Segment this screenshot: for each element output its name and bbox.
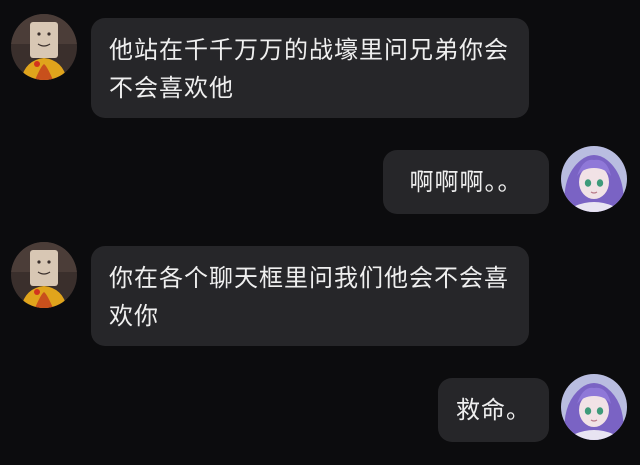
message-bubble[interactable]: 他站在千千万万的战壕里问兄弟你会不会喜欢他 (91, 18, 529, 118)
chat-thread: 他站在千千万万的战壕里问兄弟你会不会喜欢他 啊啊啊。。 你在各个聊天框里问我们他… (0, 0, 640, 465)
paper-bag-mask-avatar-icon[interactable] (11, 242, 77, 308)
message-bubble[interactable]: 救命。 (438, 378, 549, 442)
anime-purple-hair-avatar-icon[interactable] (561, 374, 627, 440)
paper-bag-mask-avatar-icon[interactable] (11, 14, 77, 80)
message-bubble[interactable]: 你在各个聊天框里问我们他会不会喜欢你 (91, 246, 529, 346)
message-bubble[interactable]: 啊啊啊。。 (383, 150, 549, 214)
anime-purple-hair-avatar-icon[interactable] (561, 146, 627, 212)
